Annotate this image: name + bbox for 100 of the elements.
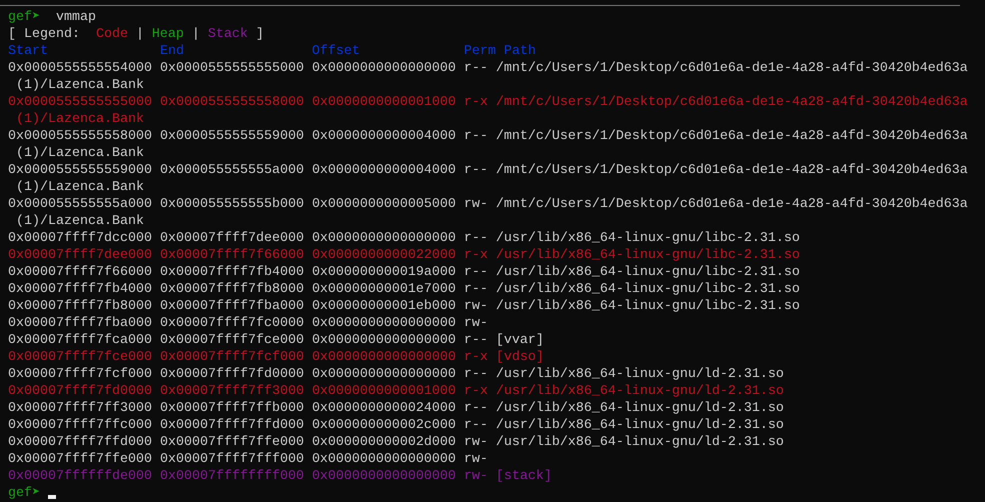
end-address: 0x00007ffff7fcf000: [160, 350, 304, 365]
permissions: r--: [464, 333, 488, 348]
offset-value: 0x000000000019a000: [312, 265, 456, 280]
end-address: 0x00007ffff7fb4000: [160, 265, 304, 280]
mapping-path: [vvar]: [496, 333, 544, 348]
permissions: r-x: [464, 384, 488, 399]
end-address: 0x00007ffff7fc0000: [160, 316, 304, 331]
permissions: r--: [464, 418, 488, 433]
offset-value: 0x0000000000024000: [312, 401, 456, 416]
legend-entry: Stack: [208, 27, 248, 42]
offset-value: 0x0000000000000000: [312, 61, 456, 76]
legend-text: |: [136, 27, 144, 42]
offset-value: 0x0000000000001000: [312, 95, 456, 110]
column-header: Perm: [464, 43, 497, 60]
permissions: r--: [464, 367, 488, 382]
mapping-path: /mnt/c/Users/1/Desktop/c6d01e6a-de1e-4a28-a4fd-30420b4ed63a: [496, 163, 968, 178]
permissions: rw-: [464, 435, 488, 450]
permissions: rw-: [464, 452, 488, 467]
mapping-path: /usr/lib/x86_64-linux-gnu/ld-2.31.so: [496, 401, 784, 416]
permissions: r--: [464, 231, 488, 246]
legend-text: ]: [256, 27, 264, 42]
start-address: 0x00007ffff7ff3000: [8, 401, 152, 416]
offset-value: 0x000000000002d000: [312, 435, 456, 450]
permissions: r--: [464, 163, 488, 178]
permissions: r--: [464, 282, 488, 297]
start-address: 0x000055555555a000: [8, 197, 152, 212]
start-address: 0x00007ffff7fb8000: [8, 299, 152, 314]
end-address: 0x00007ffff7ffd000: [160, 418, 304, 433]
mapping-path: /usr/lib/x86_64-linux-gnu/ld-2.31.so: [496, 367, 784, 382]
column-header: Path: [504, 43, 536, 60]
end-address: 0x00007ffff7fce000: [160, 333, 304, 348]
start-address: 0x00007ffff7fb4000: [8, 282, 152, 297]
mapping-path-continued: (1)/Lazenca.Bank: [16, 180, 144, 195]
end-address: 0x0000555555555000: [160, 61, 304, 76]
start-address: 0x00007ffff7ffd000: [8, 435, 152, 450]
mapping-path-continued: (1)/Lazenca.Bank: [16, 112, 144, 127]
permissions: rw-: [464, 316, 488, 331]
offset-value: 0x0000000000000000: [312, 469, 456, 484]
permissions: rw-: [464, 469, 488, 484]
start-address: 0x0000555555558000: [8, 129, 152, 144]
mapping-path: /usr/lib/x86_64-linux-gnu/ld-2.31.so: [496, 418, 784, 433]
offset-value: 0x0000000000000000: [312, 231, 456, 246]
start-address: 0x00007ffffffde000: [8, 469, 152, 484]
end-address: 0x00007ffff7fd0000: [160, 367, 304, 382]
column-header: Offset: [312, 43, 361, 60]
mapping-path-continued: (1)/Lazenca.Bank: [16, 146, 144, 161]
mapping-path: [stack]: [496, 469, 552, 484]
start-address: 0x00007ffff7fba000: [8, 316, 152, 331]
mapping-path: /usr/lib/x86_64-linux-gnu/libc-2.31.so: [496, 248, 800, 263]
start-address: 0x0000555555559000: [8, 163, 152, 178]
legend-entry: Code: [96, 27, 128, 42]
offset-value: 0x0000000000004000: [312, 129, 456, 144]
mapping-path: /usr/lib/x86_64-linux-gnu/libc-2.31.so: [496, 282, 800, 297]
end-address: 0x000055555555a000: [160, 163, 304, 178]
offset-value: 0x0000000000000000: [312, 350, 456, 365]
mapping-path: /usr/lib/x86_64-linux-gnu/libc-2.31.so: [496, 265, 800, 280]
mapping-path: /mnt/c/Users/1/Desktop/c6d01e6a-de1e-4a28-a4fd-30420b4ed63a: [496, 95, 968, 110]
start-address: 0x00007ffff7fca000: [8, 333, 152, 348]
offset-value: 0x0000000000004000: [312, 163, 456, 178]
end-address: 0x00007ffffffff000: [160, 469, 304, 484]
mapping-path: /mnt/c/Users/1/Desktop/c6d01e6a-de1e-4a28-a4fd-30420b4ed63a: [496, 61, 968, 76]
permissions: r-x: [464, 95, 488, 110]
offset-value: 0x000000000002c000: [312, 418, 456, 433]
start-address: 0x00007ffff7fce000: [8, 350, 152, 365]
mapping-path-continued: (1)/Lazenca.Bank: [16, 78, 144, 93]
mapping-path: /usr/lib/x86_64-linux-gnu/ld-2.31.so: [496, 435, 784, 450]
legend-text: [ Legend:: [8, 27, 80, 42]
end-address: 0x00007ffff7dee000: [160, 231, 304, 246]
mapping-path: /usr/lib/x86_64-linux-gnu/libc-2.31.so: [496, 231, 800, 246]
start-address: 0x0000555555555000: [8, 95, 152, 110]
end-address: 0x0000555555558000: [160, 95, 304, 110]
offset-value: 0x0000000000000000: [312, 333, 456, 348]
start-address: 0x00007ffff7fcf000: [8, 367, 152, 382]
end-address: 0x00007ffff7ff3000: [160, 384, 304, 399]
offset-value: 0x00000000001e7000: [312, 282, 456, 297]
permissions: r--: [464, 61, 488, 76]
end-address: 0x00007ffff7ffe000: [160, 435, 304, 450]
permissions: r-x: [464, 248, 488, 263]
start-address: 0x00007ffff7dee000: [8, 248, 152, 263]
column-header: Start: [8, 43, 49, 60]
end-address: 0x00007ffff7fba000: [160, 299, 304, 314]
offset-value: 0x0000000000000000: [312, 367, 456, 382]
command-text: vmmap: [56, 10, 96, 25]
text-cursor: [48, 495, 56, 499]
mapping-path: /mnt/c/Users/1/Desktop/c6d01e6a-de1e-4a28-a4fd-30420b4ed63a: [496, 197, 968, 212]
start-address: 0x00007ffff7fd0000: [8, 384, 152, 399]
mapping-path: /usr/lib/x86_64-linux-gnu/ld-2.31.so: [496, 384, 784, 399]
offset-value: 0x0000000000000000: [312, 316, 456, 331]
column-header: End: [160, 43, 185, 60]
shell-prompt: gef➤: [8, 485, 40, 502]
mapping-path: /usr/lib/x86_64-linux-gnu/libc-2.31.so: [496, 299, 800, 314]
mapping-path: [vdso]: [496, 350, 544, 365]
end-address: 0x00007ffff7fb8000: [160, 282, 304, 297]
permissions: r--: [464, 129, 488, 144]
legend-entry: Heap: [152, 27, 184, 42]
offset-value: 0x0000000000022000: [312, 248, 456, 263]
start-address: 0x00007ffff7f66000: [8, 265, 152, 280]
end-address: 0x00007ffff7f66000: [160, 248, 304, 263]
permissions: r-x: [464, 350, 488, 365]
start-address: 0x0000555555554000: [8, 61, 152, 76]
